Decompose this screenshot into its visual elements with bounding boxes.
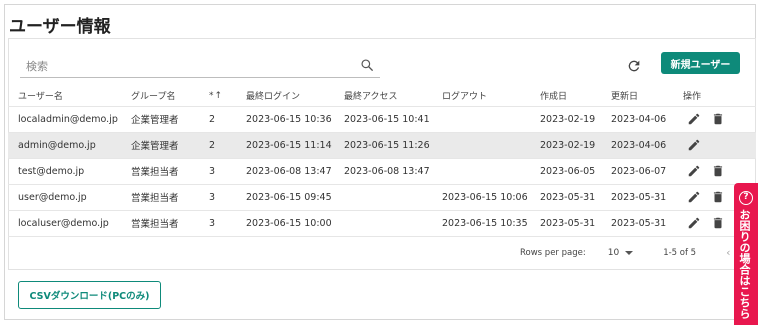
- column-header-last-access[interactable]: 最終アクセス: [334, 86, 432, 106]
- rows-per-page-select[interactable]: 10: [607, 247, 634, 258]
- rows-per-page-label: Rows per page:: [520, 247, 586, 258]
- cell-last-access: [334, 183, 432, 210]
- edit-icon[interactable]: [687, 216, 701, 230]
- column-header-logout[interactable]: ログアウト: [432, 86, 530, 106]
- cell-group: 営業担当者: [121, 157, 199, 184]
- cell-ops: [673, 105, 756, 132]
- caret-down-icon: [625, 250, 634, 255]
- cell-ops: [673, 131, 756, 158]
- csv-download-button[interactable]: CSVダウンロード(PCのみ): [18, 281, 161, 309]
- table-row[interactable]: localuser@demo.jp 営業担当者 3 2023-06-15 10:…: [8, 209, 756, 237]
- edit-icon[interactable]: [687, 190, 701, 204]
- edit-icon[interactable]: [687, 138, 701, 152]
- cell-level: 3: [199, 157, 236, 184]
- table-row[interactable]: test@demo.jp 営業担当者 3 2023-06-08 13:47 20…: [8, 157, 756, 184]
- cell-created: 2023-05-31: [530, 183, 601, 210]
- column-header-updated[interactable]: 更新日: [601, 86, 673, 106]
- cell-created: 2023-02-19: [530, 131, 601, 158]
- column-header-level-label: *: [209, 90, 214, 101]
- search-field[interactable]: [20, 54, 380, 78]
- cell-logout: 2023-06-15 10:06: [432, 183, 530, 210]
- column-header-level[interactable]: *↑: [199, 86, 236, 106]
- cell-updated: 2023-04-06: [601, 131, 673, 158]
- cell-last-login: 2023-06-15 09:45: [236, 183, 334, 210]
- cell-updated: 2023-04-06: [601, 105, 673, 132]
- column-header-username[interactable]: ユーザー名: [8, 86, 121, 106]
- cell-ops: [673, 157, 756, 184]
- delete-icon[interactable]: [711, 112, 725, 126]
- column-header-last-login[interactable]: 最終ログイン: [236, 86, 334, 106]
- cell-logout: [432, 157, 530, 184]
- table-body: localadmin@demo.jp 企業管理者 2 2023-06-15 10…: [8, 105, 756, 237]
- pagination-range: 1-5 of 5: [663, 247, 697, 258]
- pagination: Rows per page: 10 1-5 of 5 ‹: [520, 246, 730, 259]
- delete-icon[interactable]: [711, 164, 725, 178]
- cell-group: 企業管理者: [121, 131, 199, 158]
- cell-created: 2023-06-05: [530, 157, 601, 184]
- table-row[interactable]: localadmin@demo.jp 企業管理者 2 2023-06-15 10…: [8, 105, 756, 132]
- cell-logout: [432, 105, 530, 132]
- column-header-created[interactable]: 作成日: [530, 86, 601, 106]
- cell-updated: 2023-06-07: [601, 157, 673, 184]
- help-label: お困りの場合はこちら: [738, 209, 751, 319]
- search-input[interactable]: [26, 57, 346, 75]
- table-header-row: ユーザー名 グループ名 *↑ 最終ログイン 最終アクセス ログアウト 作成日 更…: [8, 86, 756, 106]
- refresh-icon[interactable]: [626, 58, 642, 74]
- help-tab[interactable]: ? お困りの場合はこちら: [734, 183, 758, 325]
- cell-level: 3: [199, 183, 236, 210]
- page-title: ユーザー情報: [9, 17, 111, 37]
- cell-last-login: 2023-06-15 10:00: [236, 209, 334, 237]
- cell-updated: 2023-05-31: [601, 183, 673, 210]
- cell-last-access: 2023-06-08 13:47: [334, 157, 432, 184]
- edit-icon[interactable]: [687, 112, 701, 126]
- cell-last-access: 2023-06-15 10:41: [334, 105, 432, 132]
- cell-group: 営業担当者: [121, 183, 199, 210]
- new-user-button[interactable]: 新規ユーザー: [661, 52, 740, 74]
- cell-last-login: 2023-06-08 13:47: [236, 157, 334, 184]
- user-table: ユーザー名 グループ名 *↑ 最終ログイン 最終アクセス ログアウト 作成日 更…: [8, 86, 756, 237]
- cell-username: test@demo.jp: [8, 157, 121, 184]
- delete-icon[interactable]: [711, 216, 725, 230]
- cell-created: 2023-05-31: [530, 209, 601, 237]
- search-icon[interactable]: [360, 58, 374, 72]
- cell-level: 2: [199, 105, 236, 132]
- cell-last-login: 2023-06-15 11:14: [236, 131, 334, 158]
- cell-last-access: [334, 209, 432, 237]
- delete-icon[interactable]: [711, 190, 725, 204]
- cell-username: admin@demo.jp: [8, 131, 121, 158]
- cell-logout: 2023-06-15 10:35: [432, 209, 530, 237]
- cell-level: 2: [199, 131, 236, 158]
- cell-username: localuser@demo.jp: [8, 209, 121, 237]
- edit-icon[interactable]: [687, 164, 701, 178]
- cell-level: 3: [199, 209, 236, 237]
- cell-group: 営業担当者: [121, 209, 199, 237]
- column-header-ops: 操作: [683, 92, 702, 103]
- cell-username: user@demo.jp: [8, 183, 121, 210]
- rows-per-page-value: 10: [607, 247, 620, 258]
- cell-username: localadmin@demo.jp: [8, 105, 121, 132]
- cell-created: 2023-02-19: [530, 105, 601, 132]
- cell-group: 企業管理者: [121, 105, 199, 132]
- table-row[interactable]: admin@demo.jp 企業管理者 2 2023-06-15 11:14 2…: [8, 131, 756, 158]
- cell-logout: [432, 131, 530, 158]
- sort-ascending-icon: ↑: [214, 90, 223, 101]
- chevron-left-icon[interactable]: ‹: [726, 246, 730, 259]
- cell-updated: 2023-05-31: [601, 209, 673, 237]
- cell-last-login: 2023-06-15 10:36: [236, 105, 334, 132]
- cell-last-access: 2023-06-15 11:26: [334, 131, 432, 158]
- column-header-group[interactable]: グループ名: [121, 86, 199, 106]
- help-icon: ?: [739, 191, 753, 205]
- table-row[interactable]: user@demo.jp 営業担当者 3 2023-06-15 09:45 20…: [8, 183, 756, 210]
